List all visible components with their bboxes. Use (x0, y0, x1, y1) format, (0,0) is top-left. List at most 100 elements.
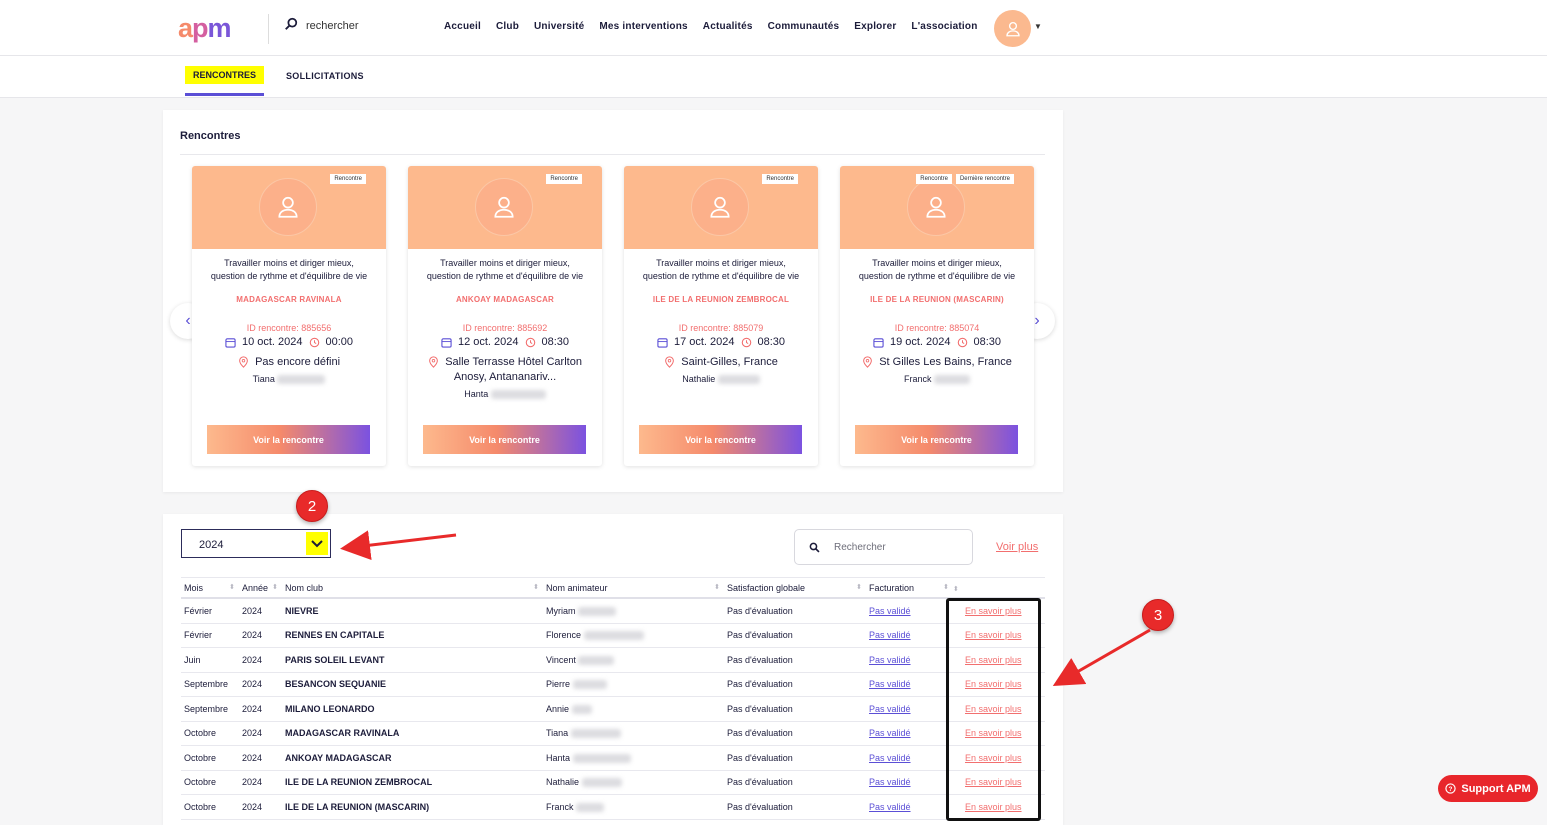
col-nom-club[interactable]: Nom club (285, 583, 323, 593)
col-satisfaction[interactable]: Satisfaction globale (727, 583, 805, 593)
cell-annee: 2024 (242, 728, 263, 739)
nav-mes-interventions[interactable]: Mes interventions (599, 21, 687, 32)
table-row: Octobre 2024 ILE DE LA REUNION ZEMBROCAL Na… (181, 771, 1045, 795)
cell-animateur: Annie (543, 704, 724, 714)
badge-rencontre: Rencontre (762, 174, 798, 184)
cell-nom-club: ILE DE LA REUNION (MASCARIN) (285, 801, 430, 812)
card-person-name: Nathalie (682, 374, 716, 384)
nav-accueil[interactable]: Accueil (444, 21, 481, 32)
cell-mois: Octobre (184, 752, 217, 763)
nav-association[interactable]: L'association (911, 21, 977, 32)
support-apm-label: Support APM (1461, 782, 1531, 795)
location-pin-icon (863, 356, 872, 368)
cell-mois: Octobre (184, 801, 217, 812)
cell-nom-club: BESANCON SEQUANIE (285, 679, 387, 690)
nav-actualites[interactable]: Actualités (703, 21, 753, 32)
card-datetime: 10 oct. 2024 00:00 (192, 336, 386, 348)
facturation-link[interactable]: Pas validé (869, 655, 911, 665)
animateur-name: Pierre (546, 679, 571, 690)
nav-club[interactable]: Club (496, 21, 519, 32)
redacted-surname (934, 375, 971, 385)
arrow-to-en-savoir-plus (1052, 628, 1151, 686)
search-icon (809, 542, 820, 553)
voir-la-rencontre-button[interactable]: Voir la rencontre (855, 425, 1018, 454)
rencontres-table: Mois ⬍ Année ⬍ Nom club ⬍ Nom animateur ⬍ Sa… (181, 577, 1045, 820)
facturation-link[interactable]: Pas validé (869, 728, 911, 738)
redacted-surname (572, 680, 607, 690)
sort-icon[interactable]: ⬍ (533, 583, 539, 593)
voir-plus-link[interactable]: Voir plus (996, 541, 1038, 553)
user-icon (710, 196, 730, 218)
facturation-link[interactable]: Pas validé (869, 606, 911, 616)
voir-la-rencontre-button[interactable]: Voir la rencontre (423, 425, 586, 454)
sort-icon[interactable]: ⬍ (714, 583, 720, 593)
redacted-surname (572, 753, 631, 763)
cell-mois: Septembre (184, 679, 229, 690)
redacted-surname (581, 778, 622, 788)
card-banner: Rencontre (624, 166, 818, 249)
table-row: Février 2024 RENNES EN CAPITALE Florence Pa… (181, 624, 1045, 648)
col-nom-animateur[interactable]: Nom animateur (546, 583, 608, 593)
card-datetime: 17 oct. 2024 08:30 (624, 336, 818, 348)
sort-icon[interactable]: ⬍ (229, 583, 235, 593)
year-select[interactable]: 2024 (181, 529, 331, 558)
redacted-surname (570, 729, 621, 739)
nav-explorer[interactable]: Explorer (854, 21, 896, 32)
facturation-link[interactable]: Pas validé (869, 753, 911, 763)
facturation-link[interactable]: Pas validé (869, 704, 911, 714)
tab-sollicitations[interactable]: SOLLICITATIONS (286, 71, 364, 81)
sort-icon[interactable]: ⬍ (272, 583, 278, 593)
table-row: Juin 2024 PARIS SOLEIL LEVANT Vincent Pas d… (181, 648, 1045, 673)
table-header: Mois ⬍ Année ⬍ Nom club ⬍ Nom animateur ⬍ Sa… (181, 577, 1045, 599)
sort-icon[interactable]: ⬍ (943, 583, 949, 593)
cell-nom-club: RENNES EN CAPITALE (285, 630, 385, 641)
chevron-down-icon[interactable] (306, 532, 328, 555)
card-avatar (475, 178, 533, 236)
user-avatar[interactable] (994, 10, 1031, 47)
cell-satisfaction: Pas d'évaluation (727, 654, 793, 665)
caret-down-icon[interactable]: ▼ (1034, 22, 1042, 31)
location-pin-icon (239, 356, 248, 368)
annotation-highlight-box (946, 598, 1041, 821)
facturation-link[interactable]: Pas validé (869, 802, 911, 812)
rencontre-card: Rencontre Travailler moins et diriger mi… (408, 166, 602, 466)
redacted-surname (576, 802, 605, 812)
voir-la-rencontre-button[interactable]: Voir la rencontre (207, 425, 370, 454)
facturation-link[interactable]: Pas validé (869, 679, 911, 689)
facturation-link[interactable]: Pas validé (869, 777, 911, 787)
nav-communautes[interactable]: Communautés (768, 21, 840, 32)
col-mois[interactable]: Mois (184, 583, 203, 593)
animateur-name: Florence (546, 630, 582, 641)
card-id: ID rencontre: 885079 (678, 323, 764, 333)
cell-nom-club: MADAGASCAR RAVINALA (285, 728, 400, 739)
nav-universite[interactable]: Université (534, 21, 584, 32)
cell-mois: Octobre (184, 777, 217, 788)
support-apm-button[interactable]: ? Support APM (1438, 775, 1538, 802)
calendar-icon (873, 337, 884, 348)
user-icon (494, 196, 514, 218)
global-search[interactable]: rechercher (284, 17, 359, 34)
voir-la-rencontre-button[interactable]: Voir la rencontre (639, 425, 802, 454)
table-search-input[interactable]: Rechercher (794, 529, 973, 565)
card-title: Travailler moins et diriger mieux, quest… (858, 258, 1016, 281)
sort-icon[interactable]: ⬍ (953, 586, 959, 593)
sort-icon[interactable]: ⬍ (856, 583, 862, 593)
facturation-link[interactable]: Pas validé (869, 630, 911, 640)
cell-mois: Février (184, 605, 213, 616)
cell-mois: Juin (184, 654, 201, 665)
calendar-icon (441, 337, 452, 348)
subtabs-bar: RENCONTRES SOLLICITATIONS (0, 56, 1547, 98)
rencontres-title: Rencontres (180, 130, 241, 142)
chevron-left-icon: ‹ (185, 312, 191, 329)
card-person-name: Franck (903, 374, 932, 384)
apm-logo[interactable]: apm (178, 13, 232, 44)
cell-nom-club: PARIS SOLEIL LEVANT (285, 654, 385, 665)
user-icon (278, 196, 298, 218)
location-pin-icon (429, 356, 438, 368)
animateur-name: Nathalie (546, 777, 580, 788)
col-facturation[interactable]: Facturation (869, 583, 914, 593)
col-annee[interactable]: Année (242, 583, 268, 593)
search-icon (284, 17, 298, 34)
tab-rencontres[interactable]: RENCONTRES (185, 66, 265, 84)
redacted-surname (571, 704, 592, 714)
